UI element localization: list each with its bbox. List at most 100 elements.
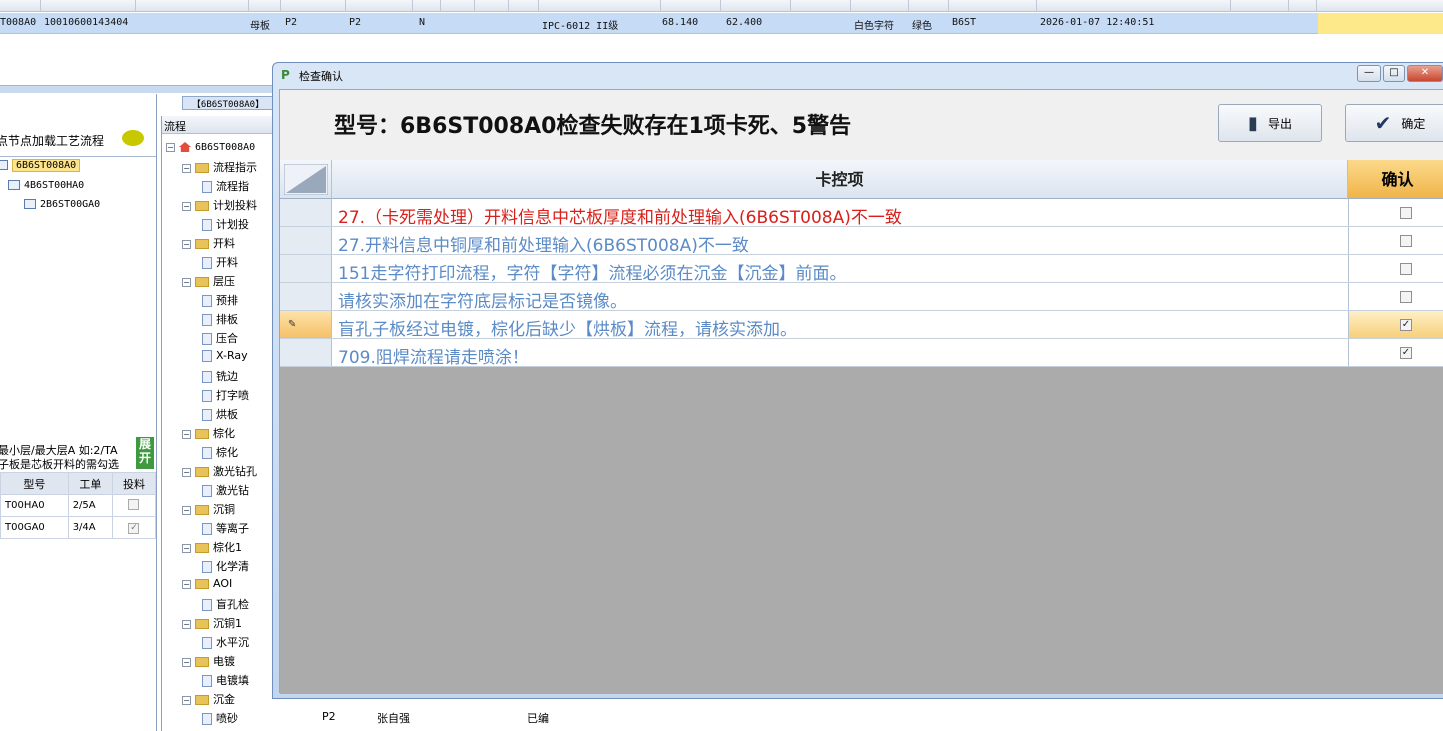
tree-leaf[interactable]: 水平沉 (202, 634, 249, 650)
tree-leaf[interactable]: X-Ray (202, 349, 248, 362)
tree-node-child[interactable]: 2B6ST00GA0 (24, 199, 100, 210)
confirm-checkbox[interactable]: ✓ (1400, 319, 1412, 331)
tree-leaf-label: X-Ray (216, 349, 248, 362)
cell-val1: 68.140 (662, 17, 699, 28)
tree-folder[interactable]: − 开料 (182, 235, 235, 251)
check-grid: 卡控项 确认 27.（卡死需处理）开料信息中芯板厚度和前处理输入(6B6ST00… (280, 160, 1443, 694)
grid-row[interactable]: 27.开料信息中铜厚和前处理输入(6B6ST008A)不一致 (280, 227, 1443, 256)
tree-leaf[interactable]: 棕化 (202, 444, 238, 460)
tree-node-child[interactable]: 4B6ST00HA0 (8, 180, 84, 191)
tree-folder[interactable]: − 激光钻孔 (182, 463, 257, 479)
check-item-text: 151走字符打印流程，字符【字符】流程必须在沉金【沉金】前面。 (338, 264, 847, 284)
table-row[interactable]: T00GA0 3/4A ✓ (0, 516, 157, 539)
tree-leaf-label: 水平沉 (216, 636, 249, 649)
tree-leaf[interactable]: 电镀填 (202, 672, 249, 688)
grid-corner[interactable] (280, 160, 332, 199)
grid-row[interactable]: 151走字符打印流程，字符【字符】流程必须在沉金【沉金】前面。 (280, 255, 1443, 284)
row-header[interactable] (280, 283, 332, 310)
grid-row[interactable]: ✎ 盲孔子板经过电镀，棕化后缺少【烘板】流程，请核实添加。 ✓ (280, 311, 1443, 340)
check-icon: ✔ (1374, 111, 1392, 135)
tree-folder[interactable]: − AOI (182, 577, 232, 590)
folder-icon (195, 505, 209, 515)
row-header[interactable]: ✎ (280, 311, 332, 338)
tree-leaf[interactable]: 压合 (202, 330, 238, 346)
row-header[interactable] (280, 255, 332, 282)
tree-folder[interactable]: − 层压 (182, 273, 235, 289)
tree-leaf[interactable]: 烘板 (202, 406, 238, 422)
cell-time: 2026-01-07 12:40:51 (1040, 17, 1155, 28)
file-icon (202, 371, 212, 383)
splitter-bar[interactable] (0, 85, 272, 93)
file-icon (202, 637, 212, 649)
feed-checkbox[interactable] (128, 498, 140, 510)
tree-leaf[interactable]: 计划投 (202, 216, 249, 232)
tree-leaf[interactable]: 打字喷 (202, 387, 249, 403)
tree-folder[interactable]: − 沉铜1 (182, 615, 242, 631)
confirm-checkbox[interactable] (1400, 291, 1412, 303)
export-button[interactable]: ▮ 导出 (1218, 104, 1322, 142)
tree-leaf[interactable]: 开料 (202, 254, 238, 270)
tree-folder-label: 棕化 (213, 427, 235, 440)
tree-leaf[interactable]: 化学清 (202, 558, 249, 574)
tree-folder-label: 棕化1 (213, 541, 242, 554)
tab-model[interactable]: 【6B6ST008A0】 (182, 96, 274, 110)
dialog-title: 型号：6B6ST008A0检查失败存在1项卡死、5警告 (334, 114, 852, 139)
tree-node-label: 4B6ST00HA0 (24, 180, 85, 191)
doc-icon (24, 199, 36, 209)
tree-root[interactable]: −6B6ST008A0 (166, 140, 255, 153)
feed-checkbox[interactable]: ✓ (128, 522, 140, 534)
chat-bubble-icon[interactable] (122, 130, 144, 146)
cell-model: T008A0 (0, 17, 37, 28)
close-button[interactable]: ✕ (1407, 65, 1443, 82)
cell-model: T00GA0 (0, 516, 69, 539)
tree-node-label: 6B6ST008A0 (12, 159, 81, 172)
col-header-item[interactable]: 卡控项 (332, 160, 1348, 199)
confirm-checkbox[interactable]: ✓ (1400, 347, 1412, 359)
doc-icon (8, 180, 20, 190)
grid-row[interactable]: 709.阻焊流程请走喷涂！ ✓ (280, 339, 1443, 368)
table-row[interactable]: T00HA0 2/5A (0, 494, 157, 517)
confirm-button[interactable]: ✔ 确定 (1345, 104, 1443, 142)
top-grid-header (0, 0, 1443, 12)
confirm-checkbox[interactable] (1400, 235, 1412, 247)
folder-icon (195, 543, 209, 553)
tree-leaf[interactable]: 等离子 (202, 520, 249, 536)
edit-pencil-icon: ✎ (288, 319, 297, 330)
confirm-checkbox[interactable] (1400, 207, 1412, 219)
tree-leaf[interactable]: 喷砂 (202, 710, 238, 726)
row-header[interactable] (280, 227, 332, 254)
file-icon (202, 333, 212, 345)
minimize-button[interactable]: — (1357, 65, 1381, 82)
cell-p1: P2 (285, 17, 298, 28)
feed-table: 型号 工单 投料 T00HA0 2/5A T00GA0 3/4A ✓ (0, 472, 157, 539)
maximize-button[interactable]: □ (1383, 65, 1405, 82)
confirm-checkbox[interactable] (1400, 263, 1412, 275)
tree-folder[interactable]: − 沉铜 (182, 501, 235, 517)
tree-folder[interactable]: − 电镀 (182, 653, 235, 669)
tree-leaf[interactable]: 铣边 (202, 368, 238, 384)
tree-leaf[interactable]: 排板 (202, 311, 238, 327)
folder-icon (195, 277, 209, 287)
row-header[interactable] (280, 199, 332, 226)
grid-row[interactable]: 请核实添加在字符底层标记是否镜像。 (280, 283, 1443, 312)
tree-leaf[interactable]: 流程指 (202, 178, 249, 194)
row-header[interactable] (280, 339, 332, 366)
col-header-confirm[interactable]: 确认 (1348, 160, 1443, 199)
tree-folder[interactable]: − 流程指示 (182, 159, 257, 175)
expand-button[interactable]: 展开 (136, 437, 154, 469)
top-grid-selected-row[interactable]: T008A0 10010600143404 母板 P2 P2 N IPC-601… (0, 13, 1443, 34)
tree-node-root[interactable]: 6B6ST008A0 (0, 159, 81, 172)
folder-icon (195, 579, 209, 589)
top-grid-highlight-cell (1318, 13, 1443, 34)
tree-leaf[interactable]: 预排 (202, 292, 238, 308)
tree-folder[interactable]: − 计划投料 (182, 197, 257, 213)
check-item-text: 盲孔子板经过电镀，棕化后缺少【烘板】流程，请核实添加。 (338, 320, 797, 340)
flow-tree-header: 流程 (162, 116, 274, 134)
tree-leaf[interactable]: 激光钻 (202, 482, 249, 498)
folder-icon (195, 239, 209, 249)
tree-folder[interactable]: − 棕化1 (182, 539, 242, 555)
grid-row[interactable]: 27.（卡死需处理）开料信息中芯板厚度和前处理输入(6B6ST008A)不一致 (280, 199, 1443, 228)
tree-leaf[interactable]: 盲孔检 (202, 596, 249, 612)
tree-folder[interactable]: − 棕化 (182, 425, 235, 441)
tree-folder[interactable]: − 沉金 (182, 691, 235, 707)
